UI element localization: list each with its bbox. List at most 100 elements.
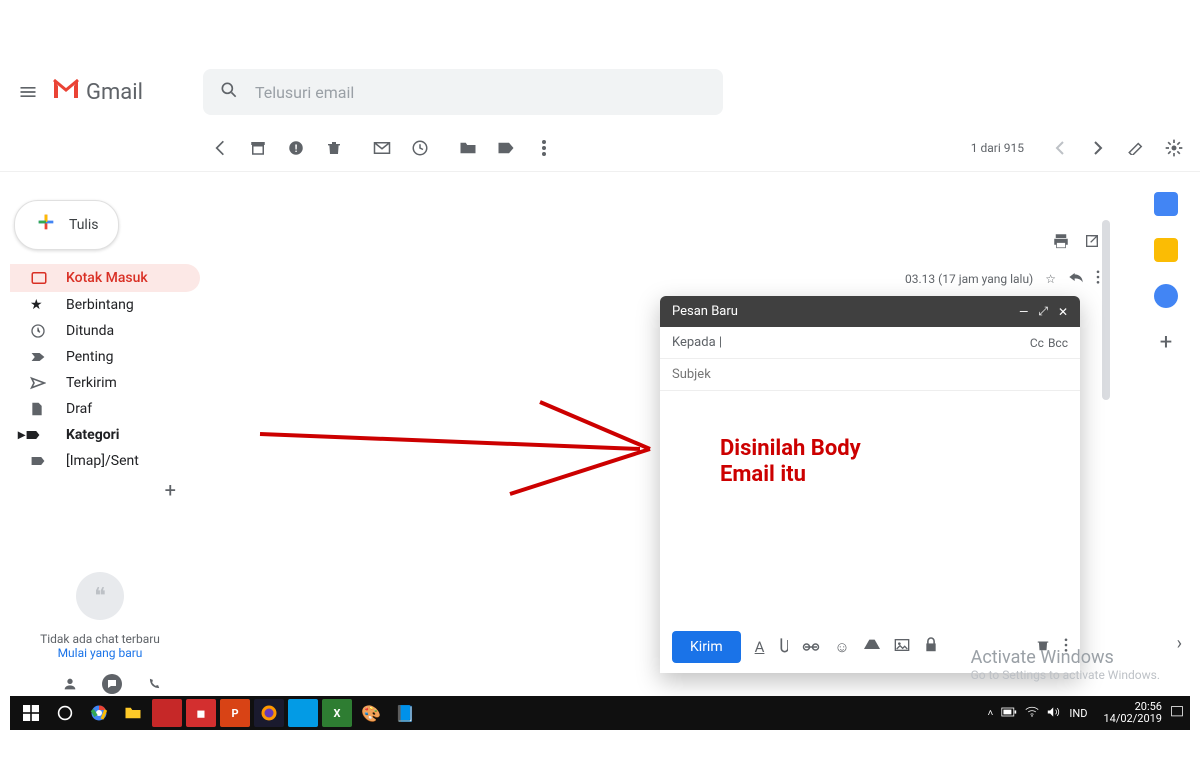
keep-addon-icon[interactable] bbox=[1154, 238, 1178, 262]
close-icon[interactable]: ✕ bbox=[1058, 305, 1068, 319]
draft-icon bbox=[30, 401, 50, 417]
add-label-button[interactable]: + bbox=[10, 478, 200, 502]
formatting-icon[interactable]: A bbox=[755, 638, 765, 656]
subject-input[interactable] bbox=[672, 367, 1068, 382]
move-to-icon[interactable] bbox=[458, 138, 478, 158]
photo-icon[interactable] bbox=[894, 638, 910, 656]
sidebar-item-important[interactable]: Penting bbox=[10, 344, 200, 370]
tasks-addon-icon[interactable] bbox=[1154, 284, 1178, 308]
bcc-link[interactable]: Bcc bbox=[1048, 336, 1068, 350]
spam-icon[interactable]: ! bbox=[286, 138, 306, 158]
add-addon-icon[interactable]: + bbox=[1154, 330, 1178, 354]
star-icon[interactable]: ☆ bbox=[1045, 272, 1056, 286]
compose-titlebar[interactable]: Pesan Baru — ⤢ ✕ bbox=[660, 296, 1080, 327]
sidebar-item-label: Kotak Masuk bbox=[66, 270, 148, 286]
scrollbar[interactable] bbox=[1102, 220, 1110, 400]
annotation-line2: Email itu bbox=[720, 462, 861, 488]
taskbar-app-2-icon[interactable]: ◼ bbox=[186, 699, 216, 727]
attach-icon[interactable] bbox=[778, 636, 788, 658]
message-more-icon[interactable] bbox=[1096, 270, 1100, 287]
wifi-icon[interactable] bbox=[1025, 706, 1039, 721]
language-indicator[interactable]: IND bbox=[1069, 707, 1087, 720]
reply-icon[interactable] bbox=[1068, 270, 1084, 287]
emoji-icon[interactable]: ☺ bbox=[834, 638, 849, 656]
input-tools-icon[interactable] bbox=[1126, 138, 1146, 158]
sidebar-item-label: Draf bbox=[66, 401, 92, 417]
taskbar-app-4-icon[interactable]: 🎨 bbox=[356, 699, 386, 727]
compose-subject-row[interactable] bbox=[660, 359, 1080, 391]
hamburger-menu-icon[interactable] bbox=[16, 80, 40, 104]
new-window-icon[interactable] bbox=[1084, 233, 1100, 253]
notifications-icon[interactable] bbox=[1170, 705, 1184, 722]
firefox-icon[interactable] bbox=[254, 699, 284, 727]
send-button[interactable]: Kirim bbox=[672, 631, 741, 663]
taskbar-date: 14/02/2019 bbox=[1103, 713, 1162, 725]
tray-chevron-icon[interactable]: ˄ bbox=[988, 708, 994, 719]
labels-icon[interactable] bbox=[496, 138, 516, 158]
settings-icon[interactable] bbox=[1164, 138, 1184, 158]
side-panel-toggle-icon[interactable]: › bbox=[1177, 633, 1182, 654]
battery-icon[interactable] bbox=[1001, 707, 1017, 720]
right-addon-rail: + bbox=[1150, 192, 1182, 354]
compose-button[interactable]: Tulis bbox=[14, 200, 119, 250]
message-actions bbox=[1052, 232, 1100, 254]
sidebar-item-starred[interactable]: ★ Berbintang bbox=[10, 292, 200, 318]
contacts-tab-icon[interactable] bbox=[60, 674, 80, 694]
clock-icon bbox=[30, 323, 50, 339]
compose-to-row[interactable]: Kepada | Cc Bcc bbox=[660, 327, 1080, 359]
chrome-icon[interactable] bbox=[84, 699, 114, 727]
watermark-title: Activate Windows bbox=[971, 647, 1160, 668]
confidential-icon[interactable] bbox=[924, 637, 938, 657]
search-box[interactable] bbox=[203, 69, 723, 115]
sidebar-item-snoozed[interactable]: Ditunda bbox=[10, 318, 200, 344]
compose-body[interactable] bbox=[660, 391, 1080, 621]
taskbar-clock[interactable]: 20:56 14/02/2019 bbox=[1103, 701, 1162, 725]
chats-tab-icon[interactable] bbox=[102, 674, 122, 694]
cortana-icon[interactable] bbox=[50, 699, 80, 727]
to-input[interactable] bbox=[722, 335, 1026, 350]
excel-icon[interactable]: X bbox=[322, 699, 352, 727]
calendar-addon-icon[interactable] bbox=[1154, 192, 1178, 216]
powerpoint-icon[interactable]: P bbox=[220, 699, 250, 727]
sidebar-item-sent[interactable]: Terkirim bbox=[10, 370, 200, 396]
annotation-line1: Disinilah Body bbox=[720, 436, 861, 462]
sidebar-item-label: Berbintang bbox=[66, 297, 134, 313]
phone-tab-icon[interactable] bbox=[144, 674, 164, 694]
mail-toolbar: ! 1 dari 915 bbox=[0, 124, 1200, 172]
print-icon[interactable] bbox=[1052, 232, 1070, 254]
hangouts-start-link[interactable]: Mulai yang baru bbox=[10, 646, 190, 660]
link-icon[interactable] bbox=[802, 638, 820, 656]
cc-link[interactable]: Cc bbox=[1030, 336, 1044, 350]
delete-icon[interactable] bbox=[324, 138, 344, 158]
snooze-icon[interactable] bbox=[410, 138, 430, 158]
mark-unread-icon[interactable] bbox=[372, 138, 392, 158]
file-explorer-icon[interactable] bbox=[118, 699, 148, 727]
annotation-text: Disinilah Body Email itu bbox=[720, 436, 861, 489]
search-input[interactable] bbox=[255, 83, 707, 102]
fullscreen-icon[interactable]: ⤢ bbox=[1038, 304, 1048, 319]
start-button[interactable] bbox=[16, 699, 46, 727]
windows-taskbar: ◼ P X 🎨 📘 ˄ IND 20:56 14/02/2019 bbox=[10, 696, 1190, 730]
system-tray[interactable]: ˄ IND 20:56 14/02/2019 bbox=[988, 701, 1184, 725]
archive-icon[interactable] bbox=[248, 138, 268, 158]
next-icon[interactable] bbox=[1088, 138, 1108, 158]
hangouts-tabs bbox=[60, 674, 164, 694]
windows-watermark: Activate Windows Go to Settings to activ… bbox=[971, 647, 1160, 682]
sidebar-item-inbox[interactable]: Kotak Masuk bbox=[10, 264, 200, 292]
taskbar-app-5-icon[interactable]: 📘 bbox=[390, 699, 420, 727]
minimize-icon[interactable]: — bbox=[1019, 305, 1028, 319]
hangouts-panel: ❝ Tidak ada chat terbaru Mulai yang baru bbox=[10, 572, 190, 660]
drive-icon[interactable] bbox=[864, 638, 880, 656]
sidebar-item-categories[interactable]: ▸ Kategori bbox=[10, 422, 200, 448]
sidebar-item-label: Ditunda bbox=[66, 323, 114, 339]
taskbar-app-1-icon[interactable] bbox=[152, 699, 182, 727]
sidebar-item-imap-sent[interactable]: [Imap]/Sent bbox=[10, 448, 200, 474]
volume-icon[interactable] bbox=[1047, 706, 1061, 721]
more-icon[interactable] bbox=[534, 138, 554, 158]
prev-icon[interactable] bbox=[1050, 138, 1070, 158]
pagination-counter: 1 dari 915 bbox=[971, 141, 1024, 155]
svg-text:!: ! bbox=[295, 141, 298, 154]
sidebar-item-drafts[interactable]: Draf bbox=[10, 396, 200, 422]
back-icon[interactable] bbox=[210, 138, 230, 158]
taskbar-app-3-icon[interactable] bbox=[288, 699, 318, 727]
